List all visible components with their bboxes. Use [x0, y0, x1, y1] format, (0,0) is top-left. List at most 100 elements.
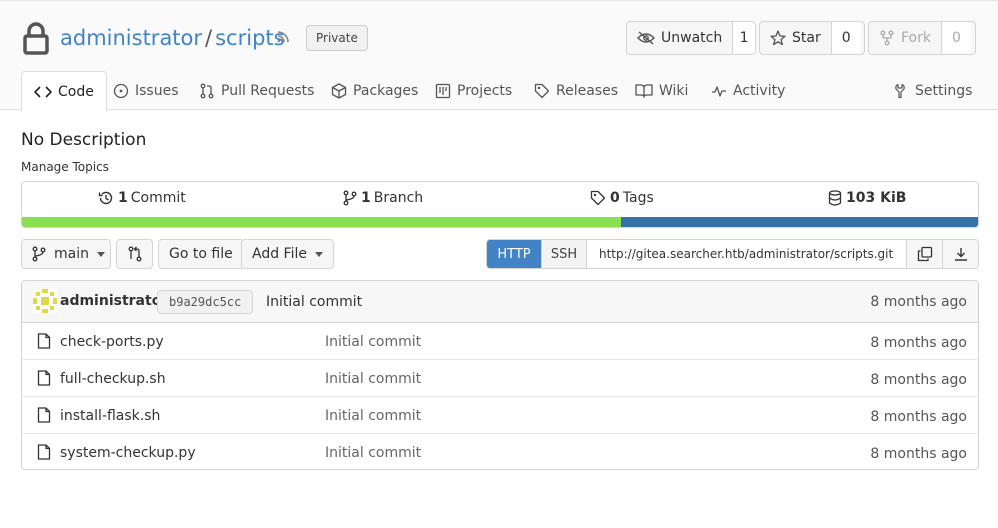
tab-settings[interactable]: Settings	[893, 71, 972, 111]
file-commit-message[interactable]: Initial commit	[325, 445, 421, 461]
tab-wiki-label: Wiki	[659, 83, 689, 99]
file-name[interactable]: full-checkup.sh	[60, 371, 166, 387]
compare-button[interactable]	[116, 239, 153, 269]
project-icon	[435, 83, 451, 99]
fork-label: Fork	[901, 30, 931, 46]
watch-button-group: Unwatch 1	[626, 21, 756, 55]
file-time: 8 months ago	[870, 409, 967, 425]
tab-pull-requests-label: Pull Requests	[221, 83, 315, 99]
star-button[interactable]: Star	[760, 22, 831, 54]
tags-label: Tags	[622, 190, 654, 206]
file-name[interactable]: install-flask.sh	[60, 408, 160, 424]
watchers-count[interactable]: 1	[732, 22, 755, 54]
file-time: 8 months ago	[870, 446, 967, 462]
fork-icon	[880, 30, 894, 46]
fork-button-group: Fork 0	[868, 21, 976, 55]
file-time: 8 months ago	[870, 372, 967, 388]
star-label: Star	[792, 30, 821, 46]
table-row: full-checkup.sh Initial commit 8 months …	[22, 360, 978, 397]
fork-button[interactable]: Fork	[869, 22, 941, 54]
unwatch-label: Unwatch	[661, 30, 723, 46]
tab-projects-label: Projects	[457, 83, 513, 99]
size-stat: 103 KiB	[828, 190, 909, 206]
branch-icon	[343, 190, 357, 206]
file-name[interactable]: system-checkup.py	[60, 445, 196, 461]
copy-url-button[interactable]	[906, 240, 942, 268]
tools-icon	[895, 83, 905, 99]
latest-commit-header: administrator b9a29dc5cc Initial commit …	[22, 281, 978, 323]
download-icon	[954, 248, 967, 261]
history-icon	[98, 191, 113, 205]
clone-http-button[interactable]: HTTP	[487, 240, 541, 268]
tab-releases-label: Releases	[556, 83, 618, 99]
tab-issues[interactable]: Issues	[113, 71, 179, 111]
commits-stat[interactable]: 1 Commit	[98, 190, 186, 206]
star-icon	[770, 30, 786, 46]
rss-icon[interactable]	[275, 29, 291, 45]
lock-icon	[23, 22, 49, 55]
file-commit-message[interactable]: Initial commit	[325, 334, 421, 350]
commits-count: 1	[118, 190, 128, 206]
clone-ssh-button[interactable]: SSH	[541, 240, 587, 268]
file-icon	[37, 333, 51, 349]
tab-releases[interactable]: Releases	[534, 71, 618, 111]
tab-packages[interactable]: Packages	[331, 71, 418, 111]
commit-message[interactable]: Initial commit	[266, 294, 362, 310]
issue-icon	[113, 83, 129, 99]
file-table: administrator b9a29dc5cc Initial commit …	[21, 280, 979, 470]
tags-stat[interactable]: 0 Tags	[590, 190, 654, 206]
tab-activity-label: Activity	[733, 83, 786, 99]
forks-count[interactable]: 0	[940, 22, 971, 54]
repo-description: No Description	[21, 130, 147, 150]
file-commit-message[interactable]: Initial commit	[325, 408, 421, 424]
language-segment	[621, 217, 978, 227]
tab-activity[interactable]: Activity	[711, 71, 785, 111]
branches-stat[interactable]: 1 Branch	[343, 190, 423, 206]
branches-label: Branch	[373, 190, 424, 206]
branch-selector[interactable]: main	[21, 239, 111, 269]
table-row: check-ports.py Initial commit 8 months a…	[22, 323, 978, 360]
tab-pull-requests[interactable]: Pull Requests	[199, 71, 314, 111]
tab-projects[interactable]: Projects	[435, 71, 512, 111]
code-icon	[34, 85, 52, 98]
file-time: 8 months ago	[870, 335, 967, 351]
copy-icon	[917, 246, 932, 262]
visibility-badge: Private	[306, 25, 368, 51]
table-row: install-flask.sh Initial commit 8 months…	[22, 397, 978, 434]
file-commit-message[interactable]: Initial commit	[325, 371, 421, 387]
commits-label: Commit	[130, 190, 186, 206]
package-icon	[331, 83, 347, 99]
clone-panel: HTTP SSH http://gitea.searcher.htb/admin…	[486, 239, 979, 269]
commit-author[interactable]: administrator	[60, 293, 168, 309]
download-button[interactable]	[942, 240, 978, 268]
repo-title-separator: /	[205, 26, 213, 50]
caret-down-icon	[96, 251, 105, 257]
tab-wiki[interactable]: Wiki	[635, 71, 688, 111]
go-to-file-button[interactable]: Go to file	[158, 239, 244, 269]
tab-packages-label: Packages	[353, 83, 419, 99]
add-file-label: Add File	[252, 246, 307, 262]
star-button-group: Star 0	[759, 21, 865, 55]
commit-sha[interactable]: b9a29dc5cc	[157, 290, 254, 314]
file-icon	[37, 370, 51, 386]
tab-code[interactable]: Code	[21, 71, 107, 112]
tab-code-label: Code	[58, 83, 94, 100]
manage-topics-link[interactable]: Manage Topics	[21, 160, 109, 174]
file-name[interactable]: check-ports.py	[60, 334, 164, 350]
clone-url-input[interactable]: http://gitea.searcher.htb/administrator/…	[587, 240, 906, 268]
branch-name: main	[54, 246, 89, 262]
stars-count[interactable]: 0	[830, 22, 861, 54]
commit-time: 8 months ago	[870, 294, 967, 310]
pull-request-icon	[200, 83, 214, 99]
language-bar	[22, 217, 978, 227]
tags-count: 0	[610, 190, 620, 206]
tag-icon	[534, 83, 550, 99]
tag-icon	[590, 190, 606, 206]
add-file-dropdown[interactable]: Add File	[241, 239, 334, 269]
file-icon	[37, 407, 51, 423]
repo-owner-link[interactable]: administrator	[60, 26, 202, 50]
language-segment	[22, 217, 622, 227]
repo-stats-bar: 1 Commit 1 Branch 0 Tags 103 KiB	[21, 181, 979, 228]
avatar[interactable]	[33, 289, 57, 313]
unwatch-button[interactable]: Unwatch	[627, 22, 732, 54]
